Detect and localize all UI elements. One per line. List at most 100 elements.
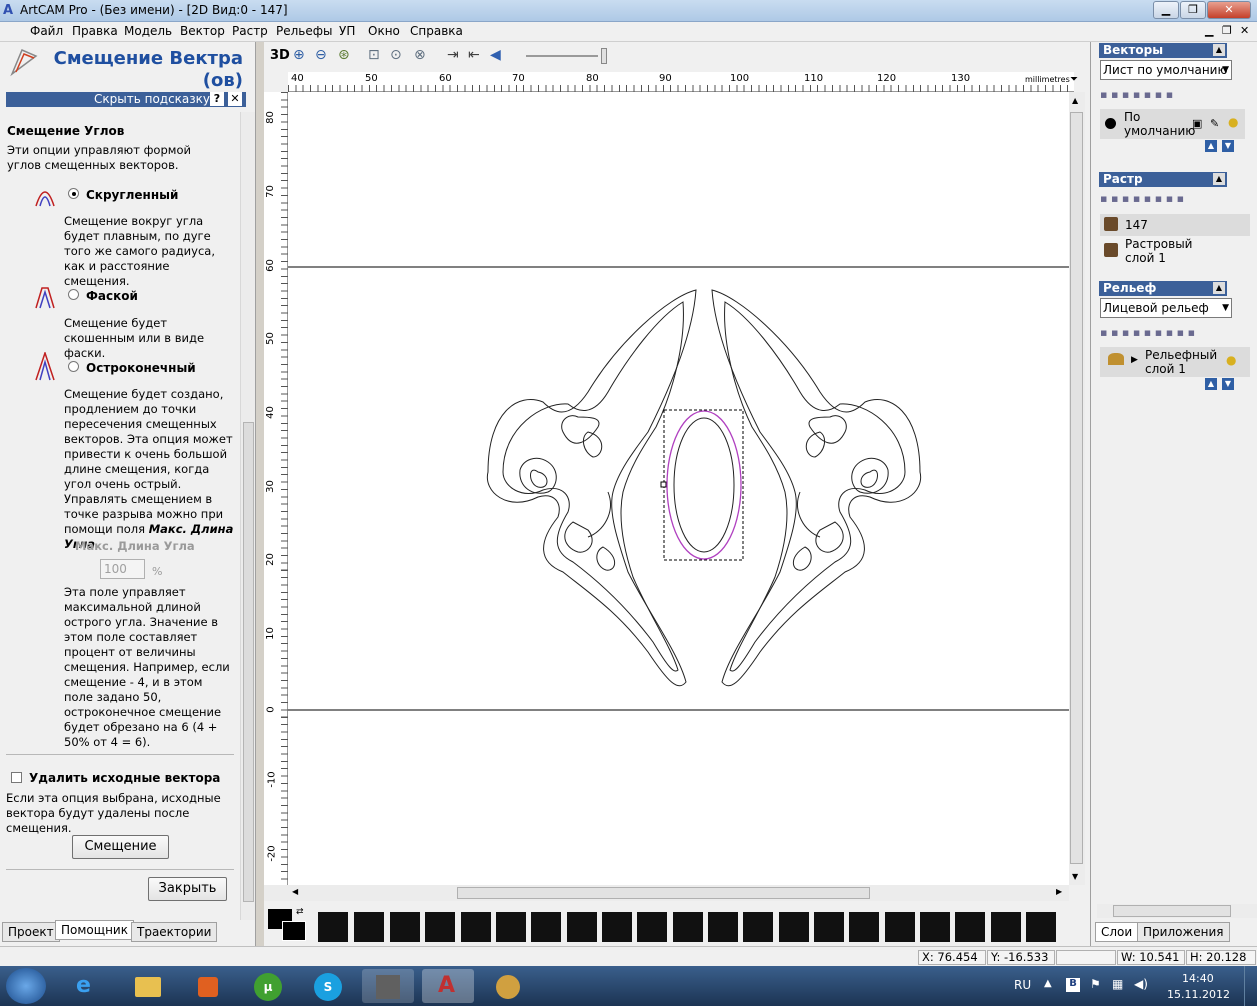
color-swatch[interactable]	[779, 912, 809, 942]
raster-item-147[interactable]: 147	[1100, 214, 1250, 236]
menu-window[interactable]: Окно	[368, 24, 400, 38]
delete-label[interactable]: Удалить исходные вектора	[29, 771, 220, 785]
chamfer-label[interactable]: Фаской	[86, 289, 138, 303]
color-swatch[interactable]	[531, 912, 561, 942]
flag-icon[interactable]: ⚑	[1090, 977, 1101, 991]
color-swatch[interactable]	[354, 912, 384, 942]
layer-name[interactable]: По умолчанию	[1124, 110, 1195, 138]
color-swatch[interactable]	[567, 912, 597, 942]
collapse-icon[interactable]: ▲	[1213, 282, 1225, 294]
close-hint-button[interactable]: ✕	[228, 92, 242, 106]
ie-taskbar-icon[interactable]: e	[62, 969, 114, 1003]
tray-b-icon[interactable]: B	[1066, 978, 1080, 992]
color-swatch[interactable]	[496, 912, 526, 942]
close-button[interactable]: ✕	[1207, 1, 1251, 19]
color-swatch[interactable]	[390, 912, 420, 942]
swap-colors-icon[interactable]: ⇄	[296, 907, 304, 917]
color-swatch[interactable]	[602, 912, 632, 942]
zoom-fit-icon[interactable]: ⊛	[338, 47, 350, 63]
raster-layer-item[interactable]: Растровый слой 1	[1100, 236, 1250, 266]
expand-arrow-icon[interactable]: ▶	[1131, 355, 1138, 365]
menu-help[interactable]: Справка	[410, 24, 463, 38]
tray-arrow-icon[interactable]: ▲	[1044, 978, 1052, 989]
scroll-up-arrow[interactable]: ▲	[1072, 96, 1078, 105]
chamfer-radio[interactable]	[68, 289, 79, 300]
3d-view-button[interactable]: 3D	[270, 48, 290, 63]
ornament-left[interactable]	[486, 289, 697, 687]
collapse-icon[interactable]: ▲	[1213, 173, 1225, 185]
canvas-h-scrollbar[interactable]: ◀ ▶	[264, 885, 1069, 901]
maximize-button[interactable]: ❐	[1180, 1, 1206, 19]
rounded-label[interactable]: Скругленный	[86, 188, 178, 202]
mdi-close-button[interactable]: ✕	[1240, 24, 1249, 37]
ruler-menu-button[interactable]: ⏷	[1070, 74, 1078, 85]
edit-icon[interactable]: ✎	[1210, 117, 1219, 130]
offset-button[interactable]: Смещение	[72, 835, 169, 859]
color-swatch[interactable]	[955, 912, 985, 942]
color-swatch[interactable]	[318, 912, 348, 942]
color-swatch[interactable]	[885, 912, 915, 942]
app-taskbar-icon[interactable]	[362, 969, 414, 1003]
menu-model[interactable]: Модель	[124, 24, 172, 38]
color-swatch[interactable]	[920, 912, 950, 942]
snap-left-icon[interactable]: ⇥	[447, 47, 459, 63]
show-desktop-button[interactable]	[1244, 966, 1257, 1006]
sharp-radio[interactable]	[68, 361, 79, 372]
snap-right-icon[interactable]: ⇤	[468, 47, 480, 63]
help-button[interactable]: ?	[210, 92, 224, 106]
sharp-label[interactable]: Остроконечный	[86, 361, 196, 375]
zoom-in-icon[interactable]: ⊕	[293, 47, 305, 63]
media-taskbar-icon[interactable]	[182, 969, 234, 1003]
right-h-scrollbar[interactable]	[1097, 904, 1257, 918]
color-swatch[interactable]	[637, 912, 667, 942]
canvas-v-scrollbar[interactable]: ▲ ▼	[1069, 92, 1085, 885]
language-indicator[interactable]: RU	[1014, 978, 1031, 992]
tab-project[interactable]: Проект	[2, 922, 60, 942]
maxlen-input[interactable]: 100	[100, 559, 145, 579]
vectors-sheet-select[interactable]: Лист по умолчанию ▼	[1100, 60, 1232, 80]
source-ellipse[interactable]	[673, 417, 735, 553]
zoom-window-icon[interactable]: ⊡	[368, 47, 380, 63]
relief-select[interactable]: Лицевой рельеф ▼	[1100, 298, 1232, 318]
menu-toolpaths[interactable]: УП	[339, 24, 355, 38]
scroll-left-arrow[interactable]: ◀	[292, 887, 298, 896]
offset-ellipse[interactable]	[666, 410, 742, 560]
menu-reliefs[interactable]: Рельефы	[276, 24, 332, 38]
color-swatch[interactable]	[708, 912, 738, 942]
visibility-bulb-icon[interactable]: ●	[1226, 353, 1236, 367]
vector-layer-row[interactable]: По умолчанию ▣ ✎ ●	[1100, 109, 1245, 139]
close-panel-button[interactable]: Закрыть	[148, 877, 227, 901]
minimize-button[interactable]: ▁	[1153, 1, 1179, 19]
skype-taskbar-icon[interactable]: S	[302, 969, 354, 1003]
color-swatch[interactable]	[991, 912, 1021, 942]
right-h-thumb[interactable]	[1113, 905, 1231, 917]
lock-icon[interactable]: ▣	[1192, 117, 1202, 130]
color-swatch[interactable]	[814, 912, 844, 942]
selection-handle[interactable]	[660, 481, 667, 488]
explorer-taskbar-icon[interactable]	[122, 969, 174, 1003]
mdi-restore-button[interactable]: ❐	[1222, 24, 1232, 37]
move-down-icon[interactable]: ▼	[1222, 378, 1234, 390]
mdi-min-button[interactable]: ▁	[1205, 24, 1213, 37]
clock-time[interactable]: 14:40	[1182, 972, 1214, 985]
start-button[interactable]	[6, 968, 46, 1004]
menu-vector[interactable]: Вектор	[180, 24, 225, 38]
move-up-icon[interactable]: ▲	[1205, 378, 1217, 390]
menu-raster[interactable]: Растр	[232, 24, 268, 38]
tab-toolpaths[interactable]: Траектории	[131, 922, 218, 942]
tab-layers[interactable]: Слои	[1095, 922, 1139, 942]
menu-file[interactable]: Файл	[30, 24, 63, 38]
chevron-down-icon[interactable]: ▼	[1222, 299, 1229, 317]
menu-edit[interactable]: Правка	[72, 24, 118, 38]
drawing-canvas[interactable]	[288, 92, 1069, 885]
visibility-bulb-icon[interactable]: ●	[1228, 115, 1238, 129]
collapse-icon[interactable]: ▲	[1213, 44, 1225, 56]
rounded-radio[interactable]	[68, 188, 79, 199]
volume-icon[interactable]: ◀)	[1134, 977, 1148, 991]
zoom-slider-thumb[interactable]	[601, 48, 607, 64]
artcam-taskbar-icon[interactable]: A	[422, 969, 474, 1003]
color-swatch[interactable]	[673, 912, 703, 942]
zoom-out-icon[interactable]: ⊖	[315, 47, 327, 63]
zoom-slider[interactable]	[526, 55, 598, 57]
color-swatch[interactable]	[849, 912, 879, 942]
